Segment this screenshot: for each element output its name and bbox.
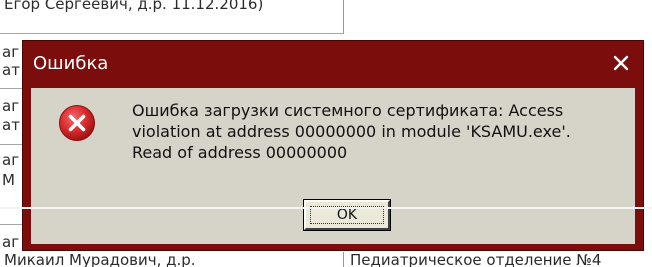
- background-fragment: ат: [2, 116, 20, 134]
- dialog-title-bar[interactable]: Ошибка: [23, 41, 643, 87]
- background-fragment: аг: [2, 151, 20, 169]
- background-row-divider: [0, 88, 22, 89]
- background-fragment: аг: [2, 97, 20, 115]
- dialog-body: Ошибка загрузки системного сертификата: …: [31, 88, 635, 244]
- close-icon: [613, 55, 629, 71]
- background-row-divider: [0, 224, 22, 225]
- background-row-divider: [0, 144, 22, 145]
- close-button[interactable]: [609, 51, 633, 75]
- background-column-divider: [343, 252, 344, 267]
- screen: Егор Сергеевич, д.р. 11.12.2016) аг ат а…: [0, 0, 652, 267]
- screen-artifact-line: [0, 207, 652, 209]
- ok-button[interactable]: OK: [303, 199, 391, 231]
- background-row-divider: [0, 33, 343, 34]
- background-column-divider: [343, 0, 344, 34]
- background-top-row: Егор Сергеевич, д.р. 11.12.2016): [4, 0, 264, 13]
- dialog-title: Ошибка: [33, 53, 109, 74]
- background-fragment: аг: [2, 43, 20, 61]
- error-icon: [58, 104, 96, 142]
- background-fragment: аг: [2, 233, 20, 251]
- error-message-line: Ошибка загрузки системного сертификата: …: [132, 101, 564, 120]
- background-bottom-right-text: Педиатрическое отделение №4: [350, 251, 602, 267]
- background-fragment: М: [2, 171, 15, 189]
- error-message-line: violation at address 00000000 in module …: [132, 122, 571, 141]
- background-bottom-left-text: Микаил Мурадович, д.р.: [4, 251, 196, 267]
- error-dialog: Ошибка Ошибка загрузки системного сертиф…: [22, 40, 644, 251]
- background-fragment: ат: [2, 61, 20, 79]
- error-message-line: Read of address 00000000: [132, 143, 348, 162]
